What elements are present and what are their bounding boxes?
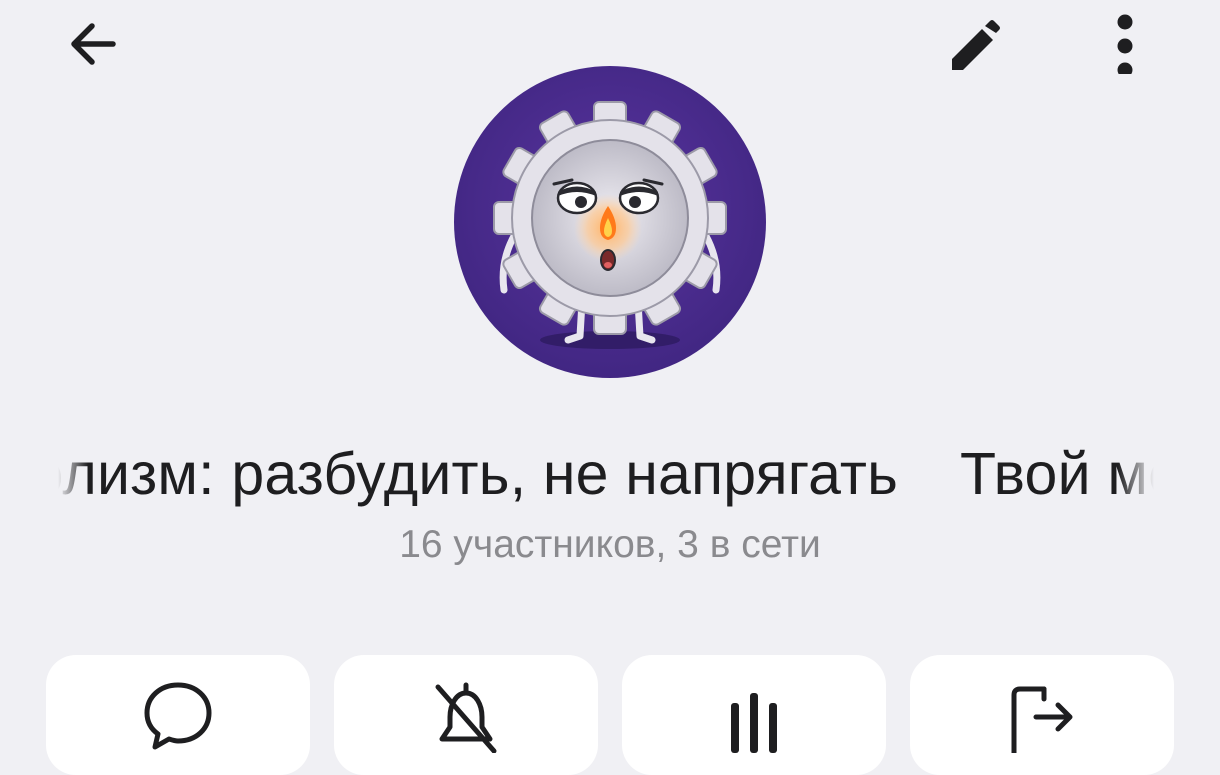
group-title-repeat: Твой метаболизм: разбудить, не напрягать xyxy=(960,441,1154,507)
gear-mascot-avatar xyxy=(454,66,766,378)
exit-icon xyxy=(1011,686,1073,753)
edit-button[interactable] xyxy=(930,4,1010,84)
statistics-button[interactable] xyxy=(622,655,886,775)
more-vertical-icon xyxy=(1117,14,1133,74)
chat-bubble-icon xyxy=(144,682,212,750)
members-status: 16 участников, 3 в сети xyxy=(399,523,821,566)
back-button[interactable] xyxy=(53,4,133,84)
arrow-left-icon xyxy=(71,23,116,65)
group-title: Твой метаболизм: разбудить, не напрягать xyxy=(58,441,899,507)
bell-off-icon xyxy=(435,682,497,753)
pencil-icon xyxy=(952,20,1000,70)
group-title-marquee: Твой метаболизм: разбудить, не напрягать… xyxy=(58,436,1154,516)
leave-group-button[interactable] xyxy=(910,655,1174,775)
stats-bars-icon xyxy=(731,693,777,753)
mute-button[interactable] xyxy=(334,655,598,775)
chat-button[interactable] xyxy=(46,655,310,775)
more-menu-button[interactable] xyxy=(1085,4,1165,84)
group-avatar[interactable] xyxy=(454,66,766,378)
